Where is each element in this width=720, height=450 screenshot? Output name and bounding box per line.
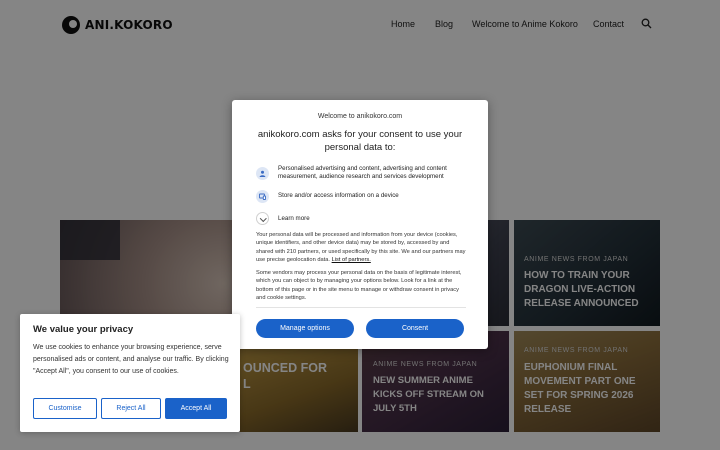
consent-paragraph-2: Some vendors may process your personal d… [256,270,462,301]
consent-paragraph-1: Your personal data will be processed and… [256,231,466,264]
learn-more-label: Learn more [278,215,310,222]
purpose-device-storage: Store and/or access information on a dev… [256,190,468,203]
privacy-banner: We value your privacy We use cookies to … [20,314,240,432]
privacy-text: We use cookies to enhance your browsing … [33,344,229,375]
learn-more-toggle[interactable]: Learn more [256,212,310,225]
reject-all-button[interactable]: Reject All [101,398,161,419]
consent-dialog: Welcome to anikokoro.com anikokoro.com a… [232,100,488,349]
chevron-down-icon [256,212,269,225]
consent-divider [256,307,466,308]
purpose-text: Personalised advertising and content, ad… [278,165,447,181]
customise-button[interactable]: Customise [33,398,97,419]
purpose-text: Store and/or access information on a dev… [278,192,399,200]
purpose-personalised-ads: Personalised advertising and content, ad… [256,165,468,182]
privacy-title: We value your privacy [33,324,134,335]
accept-all-button[interactable]: Accept All [165,398,227,419]
list-of-partners-link[interactable]: List of partners. [332,257,371,263]
consent-site-name: Welcome to anikokoro.com [317,113,403,120]
device-icon [256,190,269,203]
manage-options-button[interactable]: Manage options [256,319,354,338]
consent-title: anikokoro.com asks for your consent to u… [257,129,463,154]
consent-button[interactable]: Consent [366,319,464,338]
person-icon [256,166,269,180]
